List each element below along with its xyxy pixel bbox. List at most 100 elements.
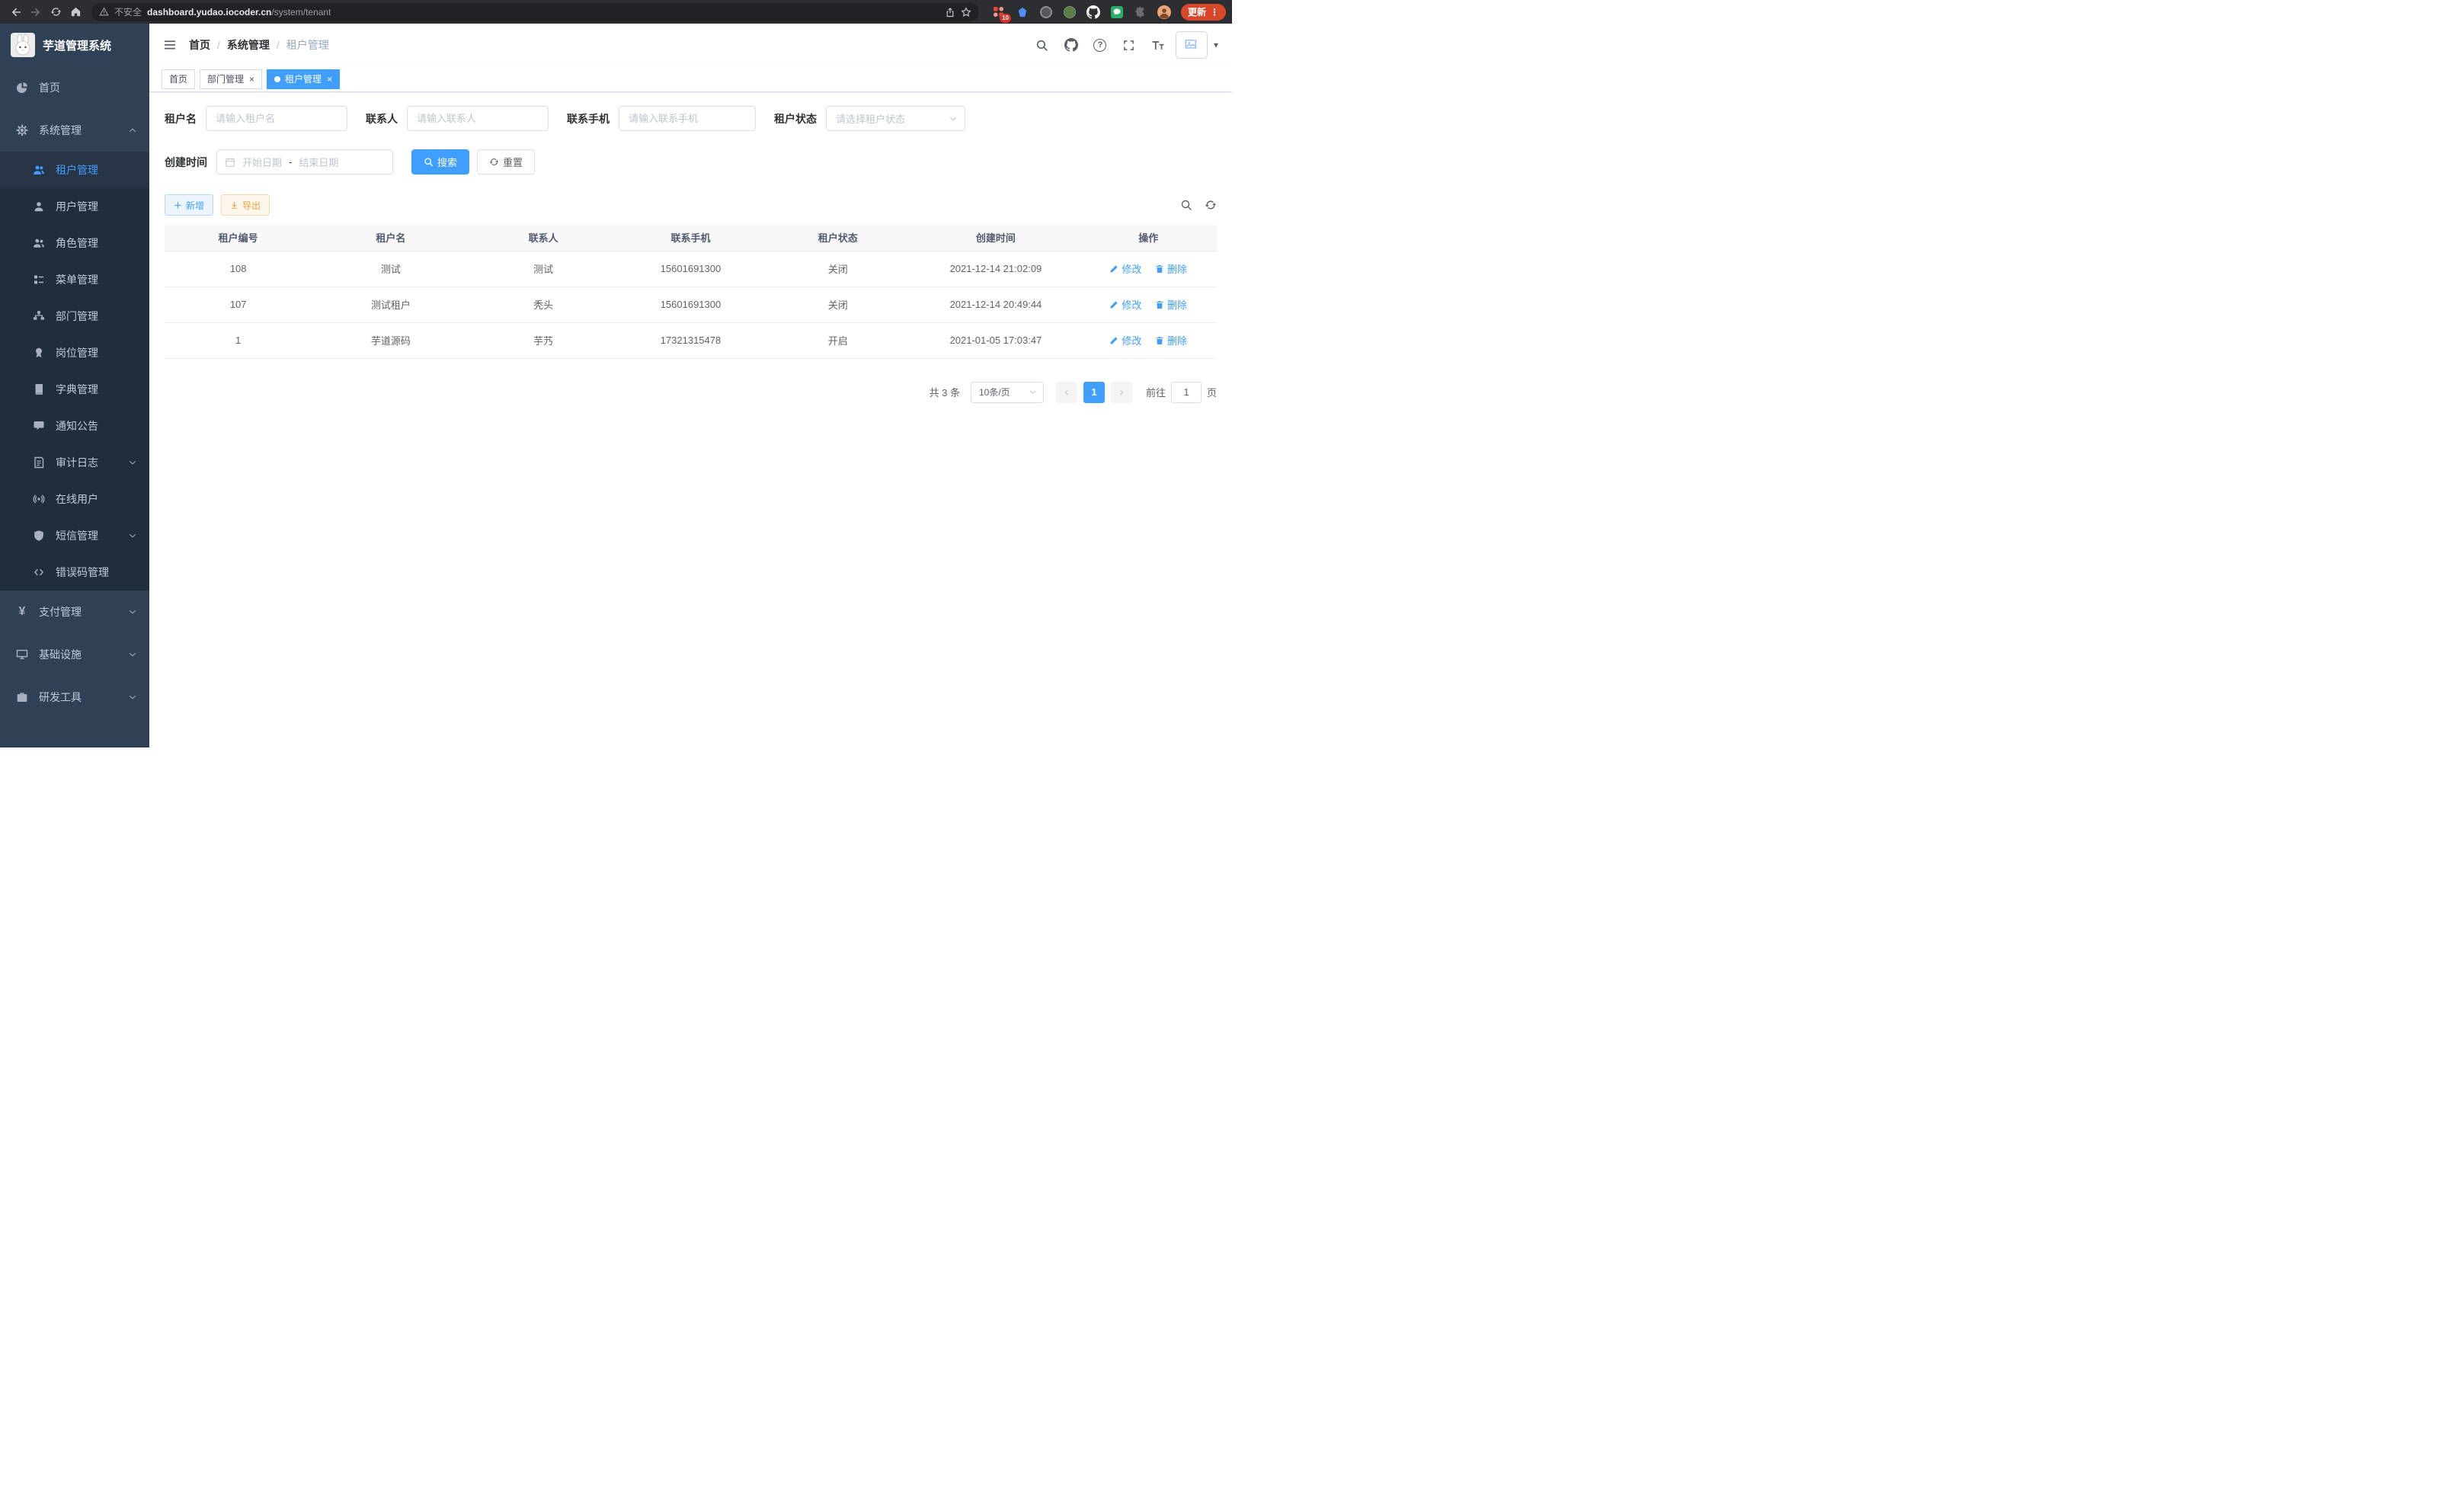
- sms-shield-icon: [32, 529, 46, 543]
- trash-icon: [1155, 300, 1164, 309]
- sidebar-item-tenant-management[interactable]: 租户管理: [0, 152, 149, 188]
- status-label: 租户状态: [774, 111, 817, 126]
- download-icon: [230, 201, 238, 210]
- sidebar-item-dict-management[interactable]: 字典管理: [0, 371, 149, 408]
- blue-extension-icon[interactable]: [1015, 5, 1030, 20]
- font-size-icon[interactable]: [1147, 34, 1170, 56]
- contact-input[interactable]: [407, 106, 549, 131]
- share-icon[interactable]: [945, 7, 955, 18]
- sidebar-group-payment[interactable]: ¥ 支付管理: [0, 591, 149, 633]
- prev-page-button[interactable]: ‹: [1056, 382, 1077, 403]
- tab-home[interactable]: 首页: [162, 69, 195, 89]
- sidebar-item-menu-management[interactable]: 菜单管理: [0, 261, 149, 298]
- url-text[interactable]: dashboard.yudao.iocoder.cn/system/tenant: [147, 7, 331, 18]
- user-avatar[interactable]: [1176, 31, 1208, 59]
- sidebar-item-online-users[interactable]: 在线用户: [0, 481, 149, 517]
- edit-pencil-icon: [1109, 264, 1118, 274]
- cell-status: 开启: [764, 322, 911, 358]
- red-grid-extension-icon[interactable]: 10: [991, 5, 1006, 20]
- table-header-row: 租户编号 租户名 联系人 联系手机 租户状态 创建时间 操作: [165, 225, 1217, 251]
- browser-forward-button[interactable]: [26, 2, 46, 22]
- edit-button[interactable]: 修改: [1109, 261, 1141, 276]
- status-select[interactable]: 请选择租户状态: [826, 106, 965, 131]
- cell-actions: 修改 删除: [1080, 251, 1217, 287]
- browser-home-button[interactable]: [66, 2, 85, 22]
- sidebar-toggle-icon[interactable]: [163, 39, 177, 51]
- sidebar-item-role-management[interactable]: 角色管理: [0, 225, 149, 261]
- browser-menu-icon[interactable]: ⋮: [1210, 7, 1219, 18]
- fullscreen-icon[interactable]: [1118, 34, 1141, 56]
- browser-back-button[interactable]: [6, 2, 26, 22]
- puzzle-extension-icon[interactable]: [1133, 5, 1148, 20]
- next-page-button[interactable]: ›: [1111, 382, 1132, 403]
- tab-close-icon[interactable]: ×: [327, 75, 332, 84]
- github-icon[interactable]: [1060, 34, 1083, 56]
- gray-sphere-extension-icon[interactable]: [1038, 5, 1054, 20]
- sidebar-item-notice[interactable]: 通知公告: [0, 408, 149, 444]
- date-range-picker[interactable]: 开始日期 - 结束日期: [216, 149, 393, 174]
- goto-page-input[interactable]: [1171, 382, 1202, 403]
- sidebar-group-dev-tools[interactable]: 研发工具: [0, 676, 149, 719]
- breadcrumb-home[interactable]: 首页: [189, 37, 210, 53]
- edit-button[interactable]: 修改: [1109, 333, 1141, 347]
- delete-button[interactable]: 删除: [1155, 261, 1187, 276]
- green-circle-extension-icon[interactable]: [1062, 5, 1077, 20]
- sidebar-item-dept-management[interactable]: 部门管理: [0, 298, 149, 335]
- col-phone: 联系手机: [617, 225, 764, 251]
- bookmark-star-icon[interactable]: [961, 7, 971, 18]
- screen: 不安全 dashboard.yudao.iocoder.cn/system/te…: [0, 0, 1232, 748]
- chevron-down-icon: [949, 114, 958, 123]
- url-path: /system/tenant: [271, 7, 331, 18]
- header-search-icon[interactable]: [1031, 34, 1054, 56]
- table-toolbar-right: [1180, 199, 1217, 211]
- tab-dept-management[interactable]: 部门管理 ×: [200, 69, 262, 89]
- delete-button[interactable]: 删除: [1155, 297, 1187, 312]
- sidebar-group-infrastructure[interactable]: 基础设施: [0, 633, 149, 676]
- url-domain: dashboard.yudao.iocoder.cn: [147, 7, 271, 18]
- toolbox-icon: [15, 690, 29, 704]
- avatar-caret-icon[interactable]: ▾: [1214, 40, 1218, 50]
- tenant-people-icon: [32, 163, 46, 177]
- delete-button[interactable]: 删除: [1155, 333, 1187, 347]
- search-button[interactable]: 搜索: [411, 149, 469, 174]
- cell-tenant-name: 测试: [312, 251, 469, 287]
- help-icon[interactable]: ?: [1089, 34, 1112, 56]
- browser-refresh-button[interactable]: [46, 2, 66, 22]
- sidebar-item-home[interactable]: 首页: [0, 66, 149, 109]
- table-refresh-button[interactable]: [1205, 199, 1217, 211]
- breadcrumb-current: 租户管理: [286, 37, 329, 53]
- breadcrumb-system[interactable]: 系统管理: [227, 37, 270, 53]
- page-size-select[interactable]: 10条/页: [971, 382, 1044, 403]
- sidebar-item-post-management[interactable]: 岗位管理: [0, 335, 149, 371]
- table-toolbar: 新增 导出: [165, 194, 1217, 216]
- reset-button[interactable]: 重置: [477, 149, 535, 174]
- tenant-table: 租户编号 租户名 联系人 联系手机 租户状态 创建时间 操作 108 测试: [165, 225, 1217, 359]
- hide-search-button[interactable]: [1180, 199, 1192, 211]
- sidebar-logo[interactable]: 芋道管理系统: [0, 24, 149, 66]
- page-number-button[interactable]: 1: [1083, 382, 1105, 403]
- sidebar-item-error-code[interactable]: 错误码管理: [0, 554, 149, 591]
- tab-close-icon[interactable]: ×: [249, 75, 254, 84]
- filter-row-1: 租户名 联系人 联系手机 租户状态 请选择租户状态: [165, 106, 1217, 131]
- sidebar-item-user-management[interactable]: 用户管理: [0, 188, 149, 225]
- pagination-total: 共 3 条: [930, 385, 960, 399]
- goto-label: 前往: [1146, 385, 1166, 399]
- sidebar-group-audit-log[interactable]: 审计日志: [0, 444, 149, 481]
- update-button[interactable]: 更新 ⋮: [1181, 4, 1226, 21]
- url-bar[interactable]: 不安全 dashboard.yudao.iocoder.cn/system/te…: [91, 3, 979, 21]
- green-chat-extension-icon[interactable]: [1109, 5, 1125, 20]
- tenant-name-input[interactable]: [206, 106, 347, 131]
- sidebar-group-system[interactable]: 系统管理: [0, 109, 149, 152]
- edit-button[interactable]: 修改: [1109, 297, 1141, 312]
- extensions-area: 10: [991, 5, 1172, 20]
- filter-row-2: 创建时间 开始日期 - 结束日期: [165, 149, 1217, 174]
- phone-input[interactable]: [619, 106, 756, 131]
- export-button[interactable]: 导出: [221, 194, 270, 216]
- profile-avatar-icon[interactable]: [1157, 5, 1172, 20]
- chevron-down-icon: [1029, 388, 1037, 396]
- add-button[interactable]: 新增: [165, 194, 213, 216]
- security-label[interactable]: 不安全: [114, 5, 142, 18]
- sidebar-group-sms[interactable]: 短信管理: [0, 517, 149, 554]
- github-extension-icon[interactable]: [1086, 5, 1101, 20]
- tab-tenant-management[interactable]: 租户管理 ×: [267, 69, 340, 89]
